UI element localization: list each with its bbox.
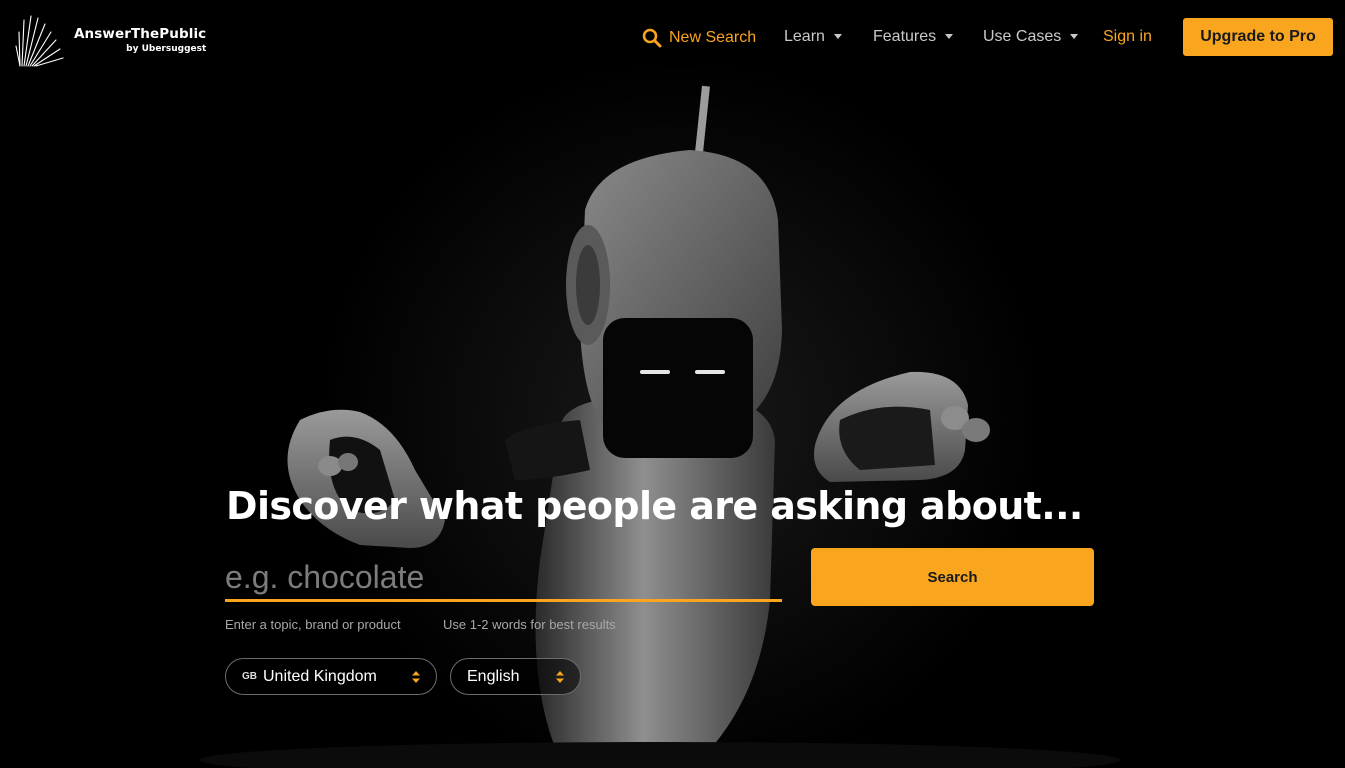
search-hint-words: Use 1-2 words for best results bbox=[443, 617, 616, 632]
search-button[interactable]: Search bbox=[811, 548, 1094, 606]
hero-robot-illustration bbox=[0, 0, 1345, 768]
nav-learn-label: Learn bbox=[784, 28, 825, 45]
caret-down-icon bbox=[1070, 33, 1079, 39]
search-hint-topic: Enter a topic, brand or product bbox=[225, 617, 401, 632]
language-select[interactable]: English bbox=[450, 658, 581, 695]
country-flag-code: GB bbox=[242, 671, 257, 682]
hero-headline: Discover what people are asking about... bbox=[226, 484, 1083, 528]
search-icon bbox=[642, 28, 662, 48]
language-select-value: English bbox=[467, 667, 520, 685]
nav-new-search[interactable]: New Search bbox=[642, 28, 756, 48]
caret-down-icon bbox=[833, 33, 842, 39]
nav-features-dropdown[interactable]: Features bbox=[873, 28, 954, 46]
brand-text: AnswerThePublic by Ubersuggest bbox=[74, 26, 206, 54]
nav-sign-in[interactable]: Sign in bbox=[1103, 28, 1152, 46]
brand-logo-link[interactable]: AnswerThePublic by Ubersuggest bbox=[14, 12, 206, 68]
brand-name: AnswerThePublic bbox=[74, 26, 207, 42]
answerthepublic-logo-icon bbox=[15, 15, 64, 67]
country-select-value: United Kingdom bbox=[263, 667, 377, 685]
top-navbar: AnswerThePublic by Ubersuggest New Searc… bbox=[0, 0, 1345, 78]
caret-down-icon bbox=[945, 33, 954, 39]
up-down-arrows-icon bbox=[412, 671, 420, 683]
page: AnswerThePublic by Ubersuggest New Searc… bbox=[0, 0, 1345, 768]
search-input[interactable] bbox=[225, 556, 782, 602]
nav-use-cases-dropdown[interactable]: Use Cases bbox=[983, 28, 1079, 46]
up-down-arrows-icon bbox=[556, 671, 564, 683]
nav-sign-in-label: Sign in bbox=[1103, 28, 1152, 45]
country-select[interactable]: GB United Kingdom bbox=[225, 658, 437, 695]
nav-features-label: Features bbox=[873, 28, 937, 45]
nav-use-cases-label: Use Cases bbox=[983, 28, 1062, 45]
upgrade-to-pro-button[interactable]: Upgrade to Pro bbox=[1183, 18, 1333, 56]
nav-new-search-label: New Search bbox=[669, 29, 757, 46]
brand-tagline: by Ubersuggest bbox=[126, 44, 207, 54]
nav-learn-dropdown[interactable]: Learn bbox=[784, 28, 842, 46]
